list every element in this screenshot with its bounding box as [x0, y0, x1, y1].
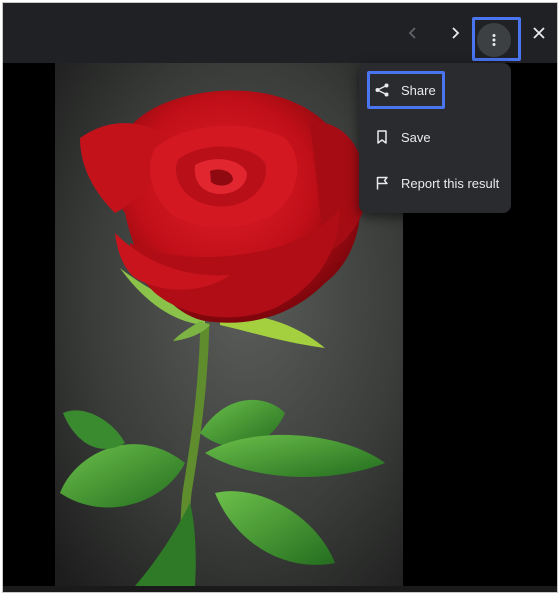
- more-button-highlight: [472, 17, 521, 61]
- chevron-right-icon: [452, 27, 460, 39]
- close-button[interactable]: [521, 15, 557, 51]
- bookmark-icon: [373, 128, 391, 146]
- flag-icon: [373, 174, 391, 192]
- menu-item-report[interactable]: Report this result: [359, 163, 511, 203]
- chevron-left-icon: [408, 27, 416, 39]
- menu-item-label: Save: [401, 129, 431, 145]
- red-rose-photo[interactable]: [55, 63, 403, 586]
- image-viewer: Share Save Report this result: [2, 2, 558, 593]
- menu-item-label: Report this result: [401, 175, 500, 191]
- close-icon: [533, 27, 545, 39]
- share-item-highlight: [367, 71, 445, 109]
- bottom-strip: [3, 586, 557, 592]
- next-button[interactable]: [437, 15, 473, 51]
- previous-button[interactable]: [395, 15, 431, 51]
- menu-item-save[interactable]: Save: [359, 117, 511, 157]
